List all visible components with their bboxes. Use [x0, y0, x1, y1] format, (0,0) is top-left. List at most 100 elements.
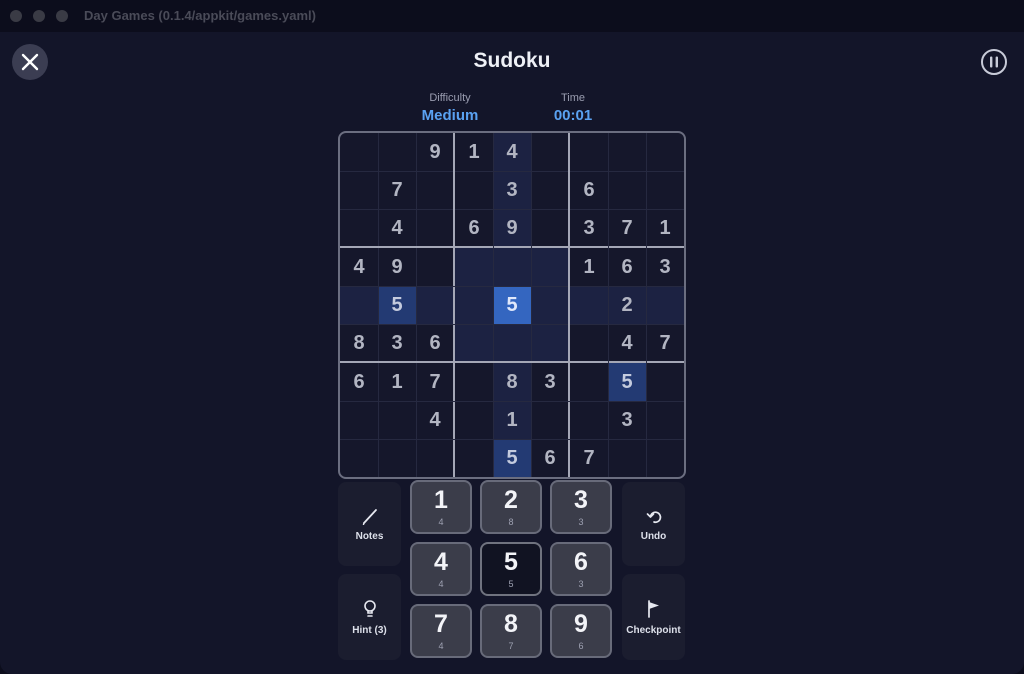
board-cell[interactable] — [455, 248, 493, 286]
board-cell[interactable]: 4 — [493, 133, 531, 171]
window-zoom-dot[interactable] — [56, 10, 68, 22]
board-cell[interactable] — [646, 401, 684, 439]
board-cell[interactable] — [416, 171, 454, 209]
board-cell[interactable]: 7 — [570, 439, 608, 477]
number-button-4[interactable]: 44 — [410, 542, 472, 596]
board-cell[interactable]: 6 — [608, 248, 646, 286]
board-cell[interactable] — [416, 286, 454, 324]
board-cell[interactable] — [340, 171, 378, 209]
board-cell[interactable]: 4 — [340, 248, 378, 286]
board-cell[interactable]: 9 — [416, 133, 454, 171]
board-cell[interactable] — [570, 324, 608, 362]
board-cell[interactable] — [570, 133, 608, 171]
board-cell[interactable] — [493, 324, 531, 362]
board-cell[interactable] — [378, 133, 416, 171]
board-cell[interactable]: 8 — [493, 363, 531, 401]
pause-button[interactable] — [980, 48, 1008, 76]
board-cell[interactable]: 6 — [570, 171, 608, 209]
number-button-8[interactable]: 87 — [480, 604, 542, 658]
number-button-6[interactable]: 63 — [550, 542, 612, 596]
board-cell[interactable]: 3 — [493, 171, 531, 209]
board-cell[interactable] — [340, 133, 378, 171]
board-cell[interactable] — [340, 439, 378, 477]
number-button-9[interactable]: 96 — [550, 604, 612, 658]
number-button-1[interactable]: 14 — [410, 480, 472, 534]
board-cell[interactable]: 5 — [493, 286, 531, 324]
board-cell[interactable]: 7 — [416, 363, 454, 401]
board-cell[interactable] — [416, 209, 454, 247]
number-button-5[interactable]: 55 — [480, 542, 542, 596]
board-cell[interactable]: 4 — [378, 209, 416, 247]
board-cell[interactable] — [531, 401, 569, 439]
board-cell[interactable] — [416, 439, 454, 477]
board-cell[interactable] — [570, 401, 608, 439]
board-cell[interactable] — [531, 324, 569, 362]
grid-line-horizontal — [340, 286, 684, 287]
board-cell[interactable] — [455, 401, 493, 439]
board-cell[interactable] — [455, 324, 493, 362]
window-minimize-dot[interactable] — [33, 10, 45, 22]
board-cell[interactable] — [531, 171, 569, 209]
number-button-2[interactable]: 28 — [480, 480, 542, 534]
board-cell[interactable]: 3 — [608, 401, 646, 439]
board-cell[interactable]: 3 — [531, 363, 569, 401]
undo-button[interactable]: Undo — [622, 482, 685, 566]
board-cell[interactable] — [455, 171, 493, 209]
board-cell[interactable]: 6 — [455, 209, 493, 247]
board-cell[interactable]: 1 — [455, 133, 493, 171]
hint-button[interactable]: Hint (3) — [338, 574, 401, 660]
board-cell[interactable] — [493, 248, 531, 286]
board-cell[interactable] — [608, 171, 646, 209]
board-cell[interactable] — [531, 248, 569, 286]
board-cell[interactable] — [378, 439, 416, 477]
notes-button[interactable]: Notes — [338, 482, 401, 566]
board-cell[interactable]: 7 — [646, 324, 684, 362]
number-button-7[interactable]: 74 — [410, 604, 472, 658]
board-cell[interactable] — [608, 439, 646, 477]
board-cell[interactable] — [646, 286, 684, 324]
board-cell[interactable] — [646, 133, 684, 171]
board-cell[interactable] — [455, 363, 493, 401]
board-cell[interactable]: 7 — [608, 209, 646, 247]
board-cell[interactable]: 7 — [378, 171, 416, 209]
number-button-3[interactable]: 33 — [550, 480, 612, 534]
board-cell[interactable]: 3 — [646, 248, 684, 286]
board-cell[interactable] — [646, 439, 684, 477]
board-cell[interactable] — [340, 286, 378, 324]
window-close-dot[interactable] — [10, 10, 22, 22]
board-cell[interactable]: 6 — [416, 324, 454, 362]
board-cell[interactable] — [531, 209, 569, 247]
grid-line-vertical — [493, 133, 494, 477]
board-cell[interactable]: 9 — [378, 248, 416, 286]
board-cell[interactable]: 5 — [493, 439, 531, 477]
board-cell[interactable] — [340, 209, 378, 247]
board-cell[interactable]: 9 — [493, 209, 531, 247]
board-cell[interactable]: 4 — [416, 401, 454, 439]
board-cell[interactable] — [455, 286, 493, 324]
board-cell[interactable]: 1 — [646, 209, 684, 247]
board-cell[interactable]: 5 — [608, 363, 646, 401]
board-cell[interactable]: 3 — [570, 209, 608, 247]
board-cell[interactable]: 1 — [378, 363, 416, 401]
board-cell[interactable] — [531, 286, 569, 324]
board-cell[interactable]: 5 — [378, 286, 416, 324]
checkpoint-button[interactable]: Checkpoint — [622, 574, 685, 660]
board-cell[interactable] — [455, 439, 493, 477]
board-cell[interactable]: 2 — [608, 286, 646, 324]
board-cell[interactable] — [416, 248, 454, 286]
board-cell[interactable]: 4 — [608, 324, 646, 362]
board-cell[interactable]: 6 — [531, 439, 569, 477]
board-cell[interactable]: 6 — [340, 363, 378, 401]
board-cell[interactable] — [531, 133, 569, 171]
board-cell[interactable] — [646, 363, 684, 401]
board-cell[interactable] — [608, 133, 646, 171]
board-cell[interactable] — [570, 286, 608, 324]
board-cell[interactable]: 3 — [378, 324, 416, 362]
board-cell[interactable]: 1 — [493, 401, 531, 439]
board-cell[interactable] — [646, 171, 684, 209]
board-cell[interactable]: 1 — [570, 248, 608, 286]
board-cell[interactable] — [340, 401, 378, 439]
board-cell[interactable] — [378, 401, 416, 439]
board-cell[interactable]: 8 — [340, 324, 378, 362]
board-cell[interactable] — [570, 363, 608, 401]
